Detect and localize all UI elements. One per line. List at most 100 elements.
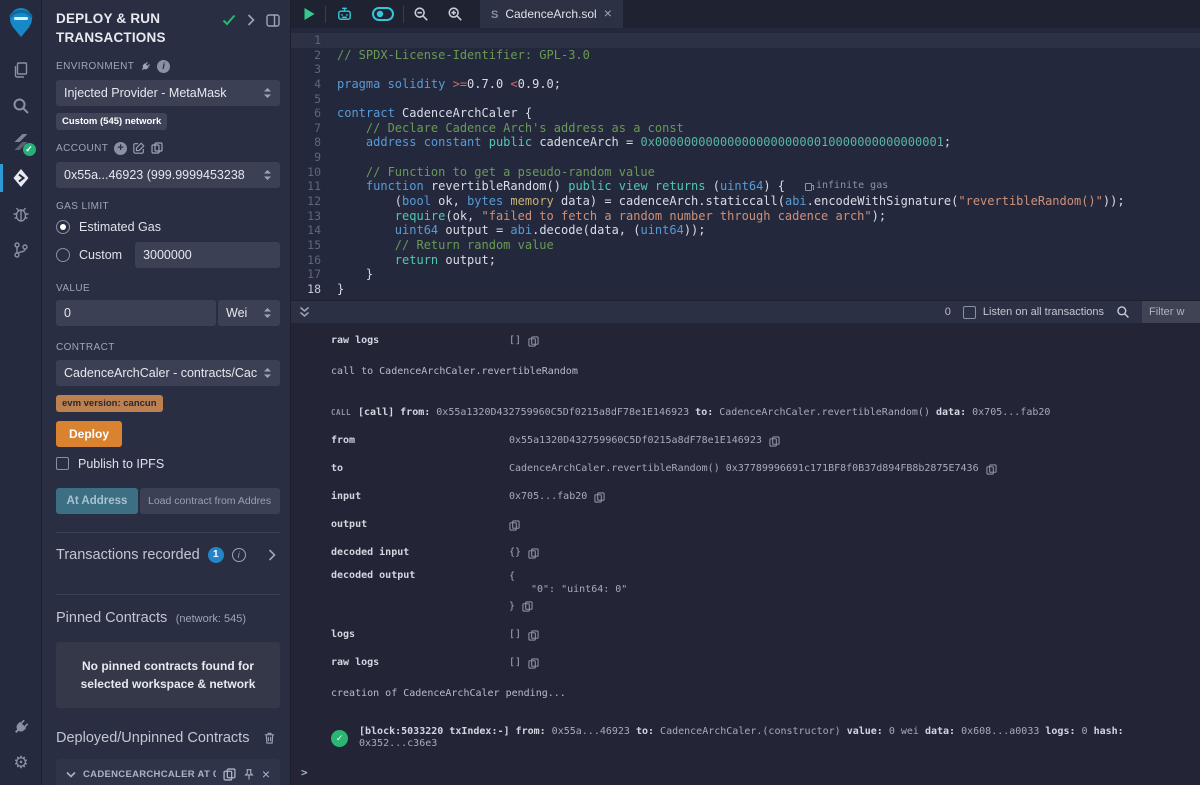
- listen-all-row: Listen on all transactions: [963, 306, 1104, 319]
- line-number: 16: [291, 253, 337, 268]
- close-icon[interactable]: ×: [262, 768, 270, 780]
- code-line: 18}: [291, 282, 1200, 297]
- at-address-input[interactable]: [140, 488, 280, 514]
- tx-detail-row[interactable]: decoded output{"0": "uint64: 0"}: [331, 570, 1200, 613]
- deployed-contracts-title: Deployed/Unpinned Contracts: [56, 730, 249, 746]
- tx-detail-row[interactable]: raw logs[]: [331, 335, 1200, 347]
- custom-gas-label: Custom: [79, 248, 122, 262]
- environment-select[interactable]: Injected Provider - MetaMask: [56, 80, 280, 106]
- zoom-out-icon[interactable]: [404, 6, 438, 22]
- contract-select[interactable]: CadenceArchCaler - contracts/Cac: [56, 360, 280, 386]
- pinned-contracts-title: Pinned Contracts: [56, 610, 167, 626]
- transactions-recorded-row[interactable]: Transactions recorded 1 i: [56, 532, 280, 578]
- remix-logo-icon[interactable]: [6, 6, 36, 40]
- call-summary-row[interactable]: call[call] from: 0x55a1320D432759960C5Df…: [331, 407, 1200, 419]
- tx-detail-row[interactable]: decoded input{}: [331, 547, 1200, 559]
- info-icon[interactable]: i: [232, 548, 246, 562]
- copy-icon[interactable]: [528, 548, 539, 559]
- trash-icon[interactable]: [263, 731, 276, 745]
- code-line: 11 function revertibleRandom() public vi…: [291, 179, 1200, 194]
- split-view-icon[interactable]: [266, 14, 280, 27]
- copy-icon[interactable]: [151, 142, 163, 154]
- line-number: 7: [291, 121, 337, 136]
- line-number: 1: [291, 33, 337, 48]
- copy-icon[interactable]: [769, 436, 780, 447]
- deployed-contract-card: CADENCEARCHCALER AT 0X37789996691C171BF8…: [56, 759, 280, 785]
- tx-detail-row[interactable]: from0x55a1320D432759960C5Df0215a8dF78e1E…: [331, 435, 1200, 447]
- value-input[interactable]: 0: [56, 300, 216, 326]
- code-line: 16 return output;: [291, 253, 1200, 268]
- publish-ipfs-checkbox[interactable]: [56, 457, 69, 470]
- at-address-button[interactable]: At Address: [56, 488, 138, 514]
- custom-gas-input[interactable]: 3000000: [135, 242, 280, 268]
- tab-cadencearch-sol[interactable]: CadenceArch.sol: [480, 0, 623, 28]
- settings-icon[interactable]: ⚙: [0, 745, 42, 781]
- ai-copilot-icon[interactable]: [326, 6, 363, 22]
- tx-detail-row[interactable]: input0x705...fab20: [331, 491, 1200, 503]
- copy-icon[interactable]: [528, 336, 539, 347]
- contract-instance-title: CADENCEARCHCALER AT 0X37789996691C171BF8…: [83, 769, 216, 780]
- run-script-icon[interactable]: [291, 7, 325, 21]
- terminal-search-icon[interactable]: [1116, 305, 1130, 319]
- file-explorer-icon[interactable]: [0, 52, 42, 88]
- chevron-down-icon[interactable]: [66, 771, 76, 778]
- code-line: 9: [291, 150, 1200, 165]
- copy-icon[interactable]: [528, 630, 539, 641]
- check-icon: [222, 14, 236, 26]
- tx-detail-row[interactable]: raw logs[]: [331, 657, 1200, 669]
- zoom-in-icon[interactable]: [438, 6, 472, 22]
- copy-icon[interactable]: [594, 492, 605, 503]
- copilot-toggle-icon[interactable]: [363, 7, 403, 21]
- terminal-message[interactable]: call to CadenceArchCaler.revertibleRando…: [331, 366, 1200, 378]
- collapse-terminal-icon[interactable]: [299, 306, 310, 318]
- plug-icon[interactable]: [140, 61, 151, 72]
- close-tab-icon[interactable]: [604, 5, 612, 23]
- tx-detail-row[interactable]: logs[]: [331, 629, 1200, 641]
- tx-detail-row[interactable]: output: [331, 519, 1200, 531]
- copy-icon[interactable]: [223, 768, 236, 781]
- code-line: 12 (bool ok, bytes memory data) = cadenc…: [291, 194, 1200, 209]
- search-icon[interactable]: [0, 88, 42, 124]
- deploy-run-icon[interactable]: [0, 160, 42, 196]
- account-select[interactable]: 0x55a...46923 (999.9999453238: [56, 162, 280, 188]
- custom-gas-radio[interactable]: [56, 248, 70, 262]
- estimated-gas-label: Estimated Gas: [79, 220, 161, 234]
- pin-icon[interactable]: [243, 768, 255, 781]
- add-account-icon[interactable]: +: [114, 142, 127, 155]
- tx-detail-row[interactable]: toCadenceArchCaler.revertibleRandom() 0x…: [331, 463, 1200, 475]
- estimated-gas-radio[interactable]: [56, 220, 70, 234]
- listen-all-checkbox[interactable]: [963, 306, 976, 319]
- remix-ide: ✓ ⚙: [0, 0, 1200, 785]
- transactions-count-badge: 1: [208, 547, 224, 563]
- code-line: 1: [291, 33, 1200, 48]
- line-number: 2: [291, 48, 337, 63]
- debugger-icon[interactable]: [0, 196, 42, 232]
- code-line: 8 address constant public cadenceArch = …: [291, 135, 1200, 150]
- pending-tx-count: 0: [945, 306, 951, 318]
- block-summary-row[interactable]: ✓[block:5033220 txIndex:-] from: 0x55a..…: [331, 726, 1200, 750]
- publish-ipfs-label: Publish to IPFS: [78, 457, 164, 471]
- copy-icon[interactable]: [522, 601, 533, 612]
- terminal-filter-input[interactable]: [1142, 301, 1200, 323]
- chevron-right-icon[interactable]: [268, 549, 276, 561]
- deploy-run-panel: DEPLOY & RUN TRANSACTIONS ENVIRONMENT: [42, 0, 290, 785]
- copy-icon[interactable]: [509, 520, 520, 531]
- terminal-prompt[interactable]: >: [301, 766, 308, 779]
- edit-icon[interactable]: [133, 142, 145, 154]
- code-editor[interactable]: 12// SPDX-License-Identifier: GPL-3.034p…: [291, 28, 1200, 300]
- value-unit-select[interactable]: Wei: [218, 300, 280, 326]
- deploy-button[interactable]: Deploy: [56, 421, 122, 447]
- plugin-manager-icon[interactable]: [0, 709, 42, 745]
- chevron-right-icon[interactable]: [247, 14, 255, 26]
- copy-icon[interactable]: [528, 658, 539, 669]
- code-line: 2// SPDX-License-Identifier: GPL-3.0: [291, 48, 1200, 63]
- info-icon[interactable]: i: [157, 60, 170, 73]
- terminal-message[interactable]: creation of CadenceArchCaler pending...: [331, 688, 1200, 700]
- git-icon[interactable]: [0, 232, 42, 268]
- success-check-icon: ✓: [331, 730, 348, 747]
- code-line: 6contract CadenceArchCaler {: [291, 106, 1200, 121]
- pinned-empty-message: No pinned contracts found for selected w…: [56, 642, 280, 708]
- copy-icon[interactable]: [986, 464, 997, 475]
- solidity-compiler-icon[interactable]: ✓: [0, 124, 42, 160]
- icon-bar-bottom: ⚙: [0, 709, 42, 781]
